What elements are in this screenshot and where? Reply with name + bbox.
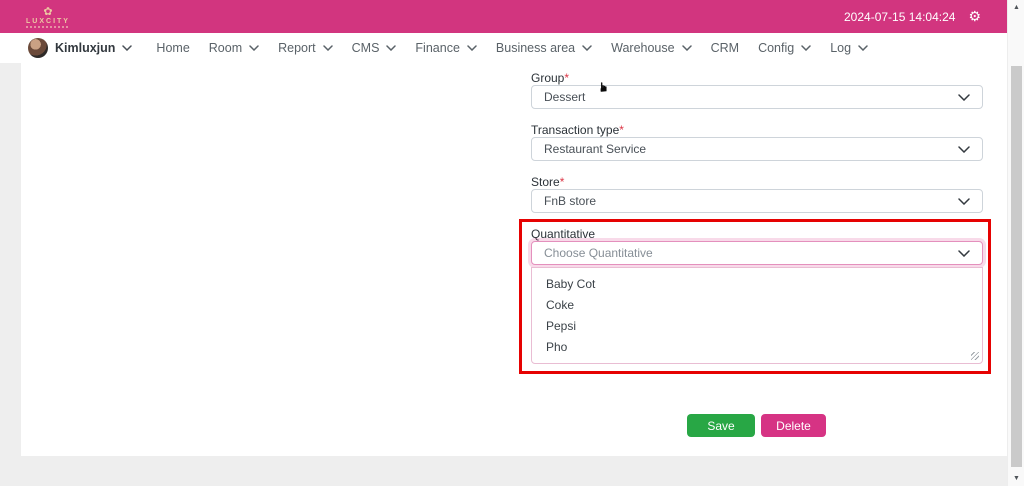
chevron-down-icon bbox=[582, 45, 592, 51]
nav-label: Log bbox=[830, 41, 852, 55]
option-pho[interactable]: Pho bbox=[532, 337, 982, 358]
datetime-display: 2024-07-15 14:04:24 bbox=[844, 9, 956, 24]
required-asterisk: * bbox=[619, 123, 624, 137]
store-select[interactable]: FnB store bbox=[531, 189, 983, 213]
group-select-value: Dessert bbox=[544, 90, 586, 104]
chevron-down-icon bbox=[122, 45, 133, 51]
nav-label: CRM bbox=[710, 41, 740, 55]
label-text: Group bbox=[531, 71, 565, 85]
delete-button[interactable]: Delete bbox=[761, 414, 826, 437]
required-asterisk: * bbox=[559, 175, 565, 189]
brand-name: LUXCITY bbox=[26, 17, 70, 25]
label-text: Transaction type bbox=[531, 123, 620, 137]
scrollbar-down-arrow[interactable]: ▼ bbox=[1008, 471, 1024, 486]
chevron-down-icon bbox=[801, 45, 811, 51]
chevron-down-icon bbox=[249, 45, 259, 51]
nav-item-config[interactable]: Config bbox=[758, 41, 811, 55]
nav-label: Room bbox=[208, 41, 243, 55]
transaction-type-select-value: Restaurant Service bbox=[544, 142, 647, 156]
nav-item-cms[interactable]: CMS bbox=[352, 41, 397, 55]
store-select-value: FnB store bbox=[544, 194, 597, 208]
user-menu[interactable]: Kimluxjun bbox=[28, 38, 133, 58]
nav-item-room[interactable]: Room bbox=[209, 41, 259, 55]
chevron-down-icon bbox=[958, 145, 970, 153]
quantitative-placeholder: Choose Quantitative bbox=[544, 246, 653, 260]
nav-item-business-area[interactable]: Business area bbox=[496, 41, 592, 55]
nav-item-warehouse[interactable]: Warehouse bbox=[611, 41, 692, 55]
group-label: Group* bbox=[531, 71, 569, 85]
nav-label: CMS bbox=[351, 41, 380, 55]
nav-label: Home bbox=[156, 41, 190, 55]
header-right-group: 2024-07-15 14:04:24 ⚙ bbox=[844, 8, 981, 25]
brand-tagline bbox=[26, 25, 70, 28]
required-asterisk: * bbox=[564, 71, 570, 85]
chevron-down-icon bbox=[467, 45, 477, 51]
transaction-type-select[interactable]: Restaurant Service bbox=[531, 137, 983, 161]
chevron-down-icon bbox=[958, 249, 970, 257]
chevron-down-icon bbox=[681, 45, 692, 51]
chevron-down-icon bbox=[958, 197, 970, 205]
quantitative-select[interactable]: Choose Quantitative bbox=[531, 241, 983, 265]
resize-handle[interactable] bbox=[971, 352, 979, 360]
nav-item-home[interactable]: Home bbox=[156, 41, 189, 55]
nav-item-finance[interactable]: Finance bbox=[415, 41, 477, 55]
nav-label: Business area bbox=[495, 41, 576, 55]
gear-icon[interactable]: ⚙ bbox=[968, 8, 981, 25]
avatar[interactable] bbox=[28, 38, 48, 58]
nav-label: Finance bbox=[415, 41, 460, 55]
page: { "header": { "brand": "LUXCITY", "flowe… bbox=[0, 0, 1024, 486]
nav-item-log[interactable]: Log bbox=[830, 41, 868, 55]
nav-item-report[interactable]: Report bbox=[278, 41, 333, 55]
transaction-type-label: Transaction type* bbox=[531, 123, 624, 137]
label-text: Store bbox=[531, 175, 560, 189]
save-button[interactable]: Save bbox=[687, 414, 755, 437]
option-pepsi[interactable]: Pepsi bbox=[532, 316, 982, 337]
group-select[interactable]: Dessert bbox=[531, 85, 983, 109]
nav-item-crm[interactable]: CRM bbox=[711, 41, 739, 55]
nav-label: Config bbox=[758, 41, 795, 55]
flower-logo-icon: ✿ bbox=[43, 5, 53, 18]
nav-label: Report bbox=[278, 41, 316, 55]
brand-logo[interactable]: ✿ LUXCITY bbox=[26, 5, 70, 28]
option-coke[interactable]: Coke bbox=[532, 295, 982, 316]
quantitative-options-list: Baby Cot Coke Pepsi Pho bbox=[531, 267, 983, 364]
user-name[interactable]: Kimluxjun bbox=[55, 41, 115, 55]
top-header-bar: ✿ LUXCITY 2024-07-15 14:04:24 ⚙ bbox=[0, 0, 1007, 33]
nav-items: Home Room Report CMS Finance Business ar… bbox=[156, 41, 868, 55]
vertical-scrollbar[interactable]: ▲ ▼ bbox=[1007, 0, 1024, 486]
chevron-down-icon bbox=[322, 45, 333, 51]
store-label: Store* bbox=[531, 175, 564, 189]
chevron-down-icon bbox=[858, 45, 868, 51]
nav-label: Warehouse bbox=[611, 41, 675, 55]
quantitative-label: Quantitative bbox=[531, 227, 596, 241]
scrollbar-thumb[interactable] bbox=[1011, 66, 1022, 467]
scrollbar-up-arrow[interactable]: ▲ bbox=[1008, 0, 1024, 15]
option-baby-cot[interactable]: Baby Cot bbox=[532, 274, 982, 295]
main-navbar: Kimluxjun Home Room Report CMS Finance B… bbox=[0, 33, 1007, 63]
chevron-down-icon bbox=[386, 45, 397, 51]
chevron-down-icon bbox=[958, 93, 970, 101]
